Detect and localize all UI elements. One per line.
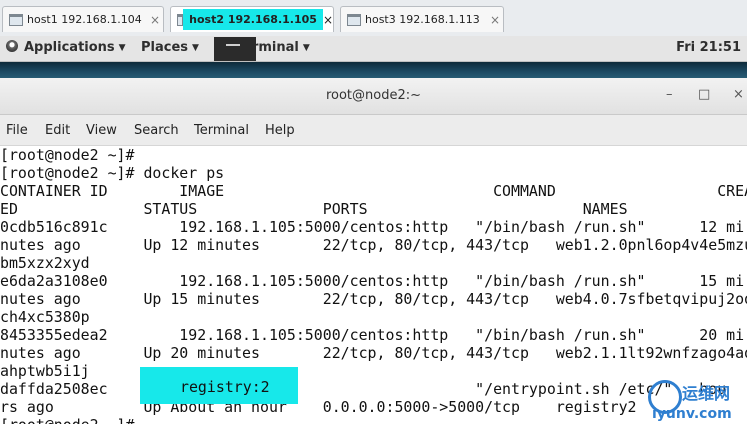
watermark-cn-text: 运维网 [682, 384, 731, 403]
close-button[interactable]: × [733, 87, 744, 102]
menu-view[interactable]: View [86, 123, 117, 138]
menu-file[interactable]: File [6, 123, 28, 138]
menu-edit[interactable]: Edit [45, 123, 70, 138]
tab-host2[interactable]: host2 192.168.1.105 × [170, 6, 334, 32]
tab-host1-close-icon[interactable]: × [147, 13, 163, 27]
menu-search[interactable]: Search [134, 123, 179, 138]
minimize-button[interactable]: – [666, 87, 673, 102]
terminal-window: root@node2:~ – □ × File Edit View Search… [0, 78, 747, 424]
tab-host2-label: host2 192.168.1.105 [183, 9, 323, 30]
monitor-icon [9, 13, 23, 26]
terminal-output[interactable]: [root@node2 ~]# [root@node2 ~]# docker p… [0, 146, 747, 424]
console-line: daffda2508ec "/entrypoint.sh /etc/" hou [0, 380, 727, 398]
console-line: e6da2a3108e0 192.168.1.105:5000/centos:h… [0, 272, 745, 290]
window-titlebar[interactable]: root@node2:~ – □ × [0, 78, 747, 115]
console-line: [root@node2 ~]# docker ps [0, 164, 225, 182]
console-line: nutes ago Up 12 minutes 22/tcp, 80/tcp, … [0, 236, 747, 254]
registry-image-label: registry:2 [180, 378, 270, 396]
menu-bar: File Edit View Search Terminal Help [0, 115, 747, 146]
console-line: nutes ago Up 15 minutes 22/tcp, 80/tcp, … [0, 290, 747, 308]
places-menu[interactable]: Places ▼ [141, 40, 199, 55]
chevron-down-icon: ▼ [192, 43, 199, 53]
chevron-down-icon: ▼ [118, 43, 126, 53]
tab-host3[interactable]: host3 192.168.1.113 × [340, 6, 504, 32]
maximize-button[interactable]: □ [698, 87, 710, 102]
menu-terminal[interactable]: Terminal [194, 123, 249, 138]
console-line: [root@node2 ~]# [0, 416, 134, 424]
applications-label: Applications [24, 40, 115, 55]
tab-host3-label: host3 192.168.1.113 [365, 13, 480, 26]
applications-icon [6, 40, 18, 52]
applications-menu[interactable]: Applications ▼ [6, 40, 126, 55]
tab-host2-close-icon[interactable]: × [323, 13, 333, 27]
menu-help[interactable]: Help [265, 123, 295, 138]
console-line: 0cdb516c891c 192.168.1.105:5000/centos:h… [0, 218, 745, 236]
console-line: nutes ago Up 20 minutes 22/tcp, 80/tcp, … [0, 344, 747, 362]
tab-host3-close-icon[interactable]: × [487, 13, 503, 27]
tab-host1-label: host1 192.168.1.104 [27, 13, 142, 26]
console-line: [root@node2 ~]# [0, 146, 135, 164]
window-title: root@node2:~ [325, 88, 422, 103]
clock[interactable]: Fri 21:51 [676, 40, 741, 55]
console-line: ED STATUS PORTS NAMES [0, 200, 628, 218]
console-line: 8453355edea2 192.168.1.105:5000/centos:h… [0, 326, 745, 344]
tab-host1[interactable]: host1 192.168.1.104 × [2, 6, 164, 32]
watermark-url: iyunv.com [652, 406, 732, 422]
top-panel: Applications ▼ Places ▼ Terminal ▼ Fri 21:5… [0, 36, 747, 62]
console-line: rs ago Up About an hour 0.0.0.0:5000->50… [0, 398, 637, 416]
chevron-down-icon: ▼ [302, 43, 310, 53]
watermark-logo: 运维网 iyunv.com [644, 378, 747, 424]
desktop-background [0, 62, 747, 78]
console-line: CONTAINER ID IMAGE COMMAND CREAT [0, 182, 747, 200]
console-line: ahptwb5i1j [0, 362, 90, 380]
terminal-icon [214, 37, 256, 61]
console-line: ch4xc5380p [0, 308, 90, 326]
host-tab-bar: host1 192.168.1.104 × host2 192.168.1.10… [0, 0, 747, 37]
monitor-icon [347, 13, 361, 26]
places-label: Places [141, 40, 189, 55]
console-line: bm5xzx2xyd [0, 254, 90, 272]
